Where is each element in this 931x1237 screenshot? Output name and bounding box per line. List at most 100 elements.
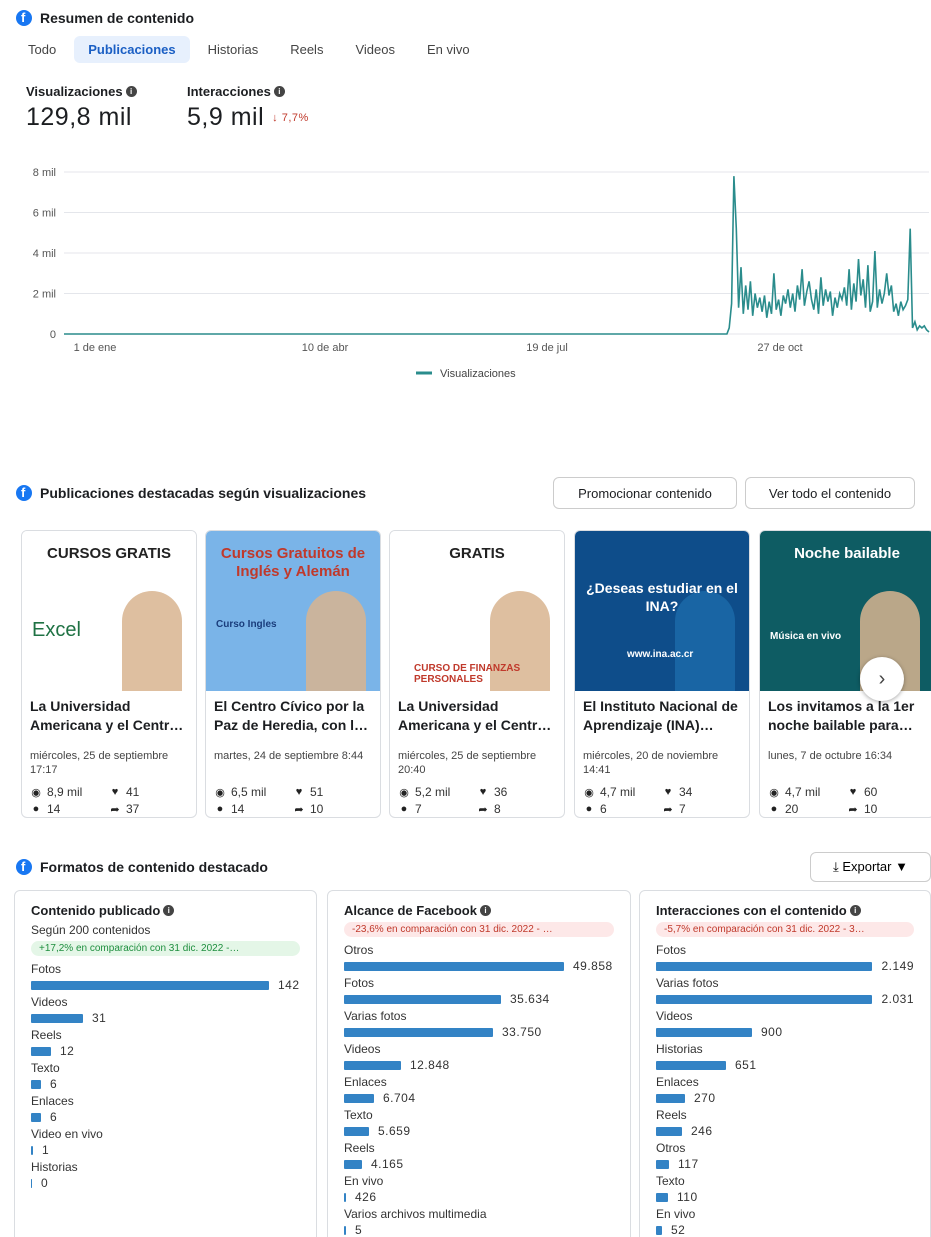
- post-card[interactable]: Noche bailable Música en vivo Los invitamo…: [759, 530, 931, 818]
- stat-shares: ➦ 8: [477, 802, 556, 816]
- stat-shares: ➦ 10: [293, 802, 372, 816]
- stat-views: ◉ 4,7 mil: [768, 785, 847, 799]
- y-tick-label: 2 mil: [33, 289, 56, 301]
- bar: [656, 1060, 726, 1070]
- bar-label: Texto: [344, 1108, 373, 1122]
- tab-videos[interactable]: Videos: [341, 36, 409, 63]
- post-card[interactable]: CURSOS GRATIS Excel La Universidad America…: [21, 530, 197, 818]
- content-tabs: Todo Publicaciones Historias Reels Video…: [14, 36, 484, 63]
- bar-value: 52: [671, 1223, 686, 1237]
- panel-title: Contenido publicado i: [31, 903, 300, 918]
- bar-row: Varios archivos multimedia 5: [344, 1207, 614, 1237]
- bar-value: 6.704: [383, 1091, 416, 1105]
- featured-posts-section: Publicaciones destacadas según visualiza…: [0, 462, 931, 822]
- stat-likes: ♥ 41: [109, 785, 188, 799]
- heart-icon: ♥: [295, 786, 303, 798]
- promote-content-button[interactable]: Promocionar contenido: [553, 477, 737, 509]
- tab-reels[interactable]: Reels: [276, 36, 337, 63]
- y-tick-label: 0: [50, 329, 56, 341]
- x-tick-label: 19 de jul: [526, 342, 568, 354]
- export-button[interactable]: ⤓ Exportar ▼: [810, 852, 931, 882]
- bar-line: 2.149: [656, 959, 914, 973]
- bar-value: 117: [678, 1157, 699, 1171]
- post-card[interactable]: Cursos Gratuitos de Inglés y Alemán Curso…: [205, 530, 381, 818]
- bar-value: 6: [50, 1077, 58, 1091]
- info-icon[interactable]: i: [479, 905, 491, 916]
- bar-row: Enlaces 6: [31, 1094, 300, 1127]
- bar-line: 6: [31, 1110, 300, 1124]
- bar-line: 426: [344, 1190, 614, 1204]
- stat-shares-value: 37: [126, 802, 140, 816]
- content-formats-section: Formatos de contenido destacado ⤓ Export…: [0, 848, 931, 1237]
- thumbnail-heading: GRATIS: [449, 545, 505, 562]
- bar: [31, 980, 269, 990]
- bar: [656, 1192, 668, 1202]
- thumbnail-caption: Curso Ingles: [216, 619, 277, 630]
- info-icon[interactable]: i: [849, 905, 861, 916]
- bar-label: Historias: [656, 1042, 703, 1056]
- views-metric: Visualizaciones i 129,8 mil: [26, 84, 137, 132]
- post-thumbnail[interactable]: Noche bailable Música en vivo: [760, 531, 931, 691]
- tab-publicaciones[interactable]: Publicaciones: [74, 36, 190, 63]
- post-title[interactable]: El Centro Cívico por la Paz de Heredia, …: [206, 691, 380, 741]
- info-icon[interactable]: i: [273, 86, 285, 97]
- bar: [344, 1060, 401, 1070]
- share-icon: ➦: [294, 803, 304, 816]
- x-tick-label: 27 de oct: [757, 342, 802, 354]
- change-badge: +17,2% en comparación con 31 dic. 2022 -…: [31, 941, 300, 956]
- bar-label: Videos: [656, 1009, 693, 1023]
- post-thumbnail[interactable]: Cursos Gratuitos de Inglés y Alemán Curso…: [206, 531, 380, 691]
- info-icon[interactable]: i: [163, 905, 175, 916]
- post-thumbnail[interactable]: GRATIS CURSO DE FINANZAS PERSONALES: [390, 531, 564, 691]
- tab-en-vivo[interactable]: En vivo: [413, 36, 484, 63]
- bar-line: 5: [344, 1223, 614, 1237]
- stat-views-value: 4,7 mil: [600, 785, 636, 799]
- heart-icon: ♥: [849, 786, 857, 798]
- interactions-metric: Interacciones i 5,9 mil ↓ 7,7%: [187, 84, 309, 132]
- bar-line: 6: [31, 1077, 300, 1091]
- post-card[interactable]: ¿Deseas estudiar en el INA? www.ina.ac.cr…: [574, 530, 750, 818]
- stat-shares-value: 7: [679, 802, 686, 816]
- share-icon: ➦: [110, 803, 120, 816]
- info-icon[interactable]: i: [125, 86, 137, 97]
- content-summary-section: Resumen de contenido Todo Publicaciones …: [0, 0, 931, 400]
- export-label: Exportar: [842, 859, 892, 874]
- comment-icon: ●: [400, 803, 408, 815]
- bar-row: Fotos 35.634: [344, 976, 614, 1009]
- post-thumbnail[interactable]: CURSOS GRATIS Excel: [22, 531, 196, 691]
- facebook-icon: [16, 10, 32, 26]
- bar-row: Enlaces 6.704: [344, 1075, 614, 1108]
- x-tick-label: 10 de abr: [302, 342, 349, 354]
- post-title[interactable]: La Universidad Americana y el Centr…: [22, 691, 196, 741]
- bar-value: 270: [694, 1091, 716, 1105]
- bar-line: 12.848: [344, 1058, 614, 1072]
- change-badge: -5,7% en comparación con 31 dic. 2022 - …: [656, 922, 914, 937]
- bar-label: Reels: [344, 1141, 375, 1155]
- tab-historias[interactable]: Historias: [194, 36, 273, 63]
- post-title[interactable]: El Instituto Nacional de Aprendizaje (IN…: [575, 691, 749, 741]
- bar-row: Videos 31: [31, 995, 300, 1028]
- bar-row: Reels 4.165: [344, 1141, 614, 1174]
- bar-line: 117: [656, 1157, 914, 1171]
- stat-likes: ♥ 51: [293, 785, 372, 799]
- interactions-label: Interacciones: [187, 84, 271, 99]
- bar-value: 12: [60, 1044, 75, 1058]
- next-arrow-button[interactable]: ›: [860, 657, 904, 701]
- heart-icon: ♥: [479, 786, 487, 798]
- stat-views-value: 6,5 mil: [231, 785, 267, 799]
- person-illustration: [306, 591, 366, 691]
- bar-line: 5.659: [344, 1124, 614, 1138]
- bar-row: En vivo 426: [344, 1174, 614, 1207]
- post-title[interactable]: Los invitamos a la 1er noche bailable pa…: [760, 691, 931, 741]
- post-title[interactable]: La Universidad Americana y el Centr…: [390, 691, 564, 741]
- post-thumbnail[interactable]: ¿Deseas estudiar en el INA? www.ina.ac.cr: [575, 531, 749, 691]
- post-card[interactable]: GRATIS CURSO DE FINANZAS PERSONALES La Uni…: [389, 530, 565, 818]
- summary-header: Resumen de contenido: [16, 10, 194, 26]
- view-all-content-button[interactable]: Ver todo el contenido: [745, 477, 915, 509]
- bar-line: 12: [31, 1044, 300, 1058]
- tab-todo[interactable]: Todo: [14, 36, 70, 63]
- bar-label: Varias fotos: [656, 976, 719, 990]
- bar-row: Videos 900: [656, 1009, 914, 1042]
- bar-row: Videos 12.848: [344, 1042, 614, 1075]
- stat-shares: ➦ 7: [662, 802, 741, 816]
